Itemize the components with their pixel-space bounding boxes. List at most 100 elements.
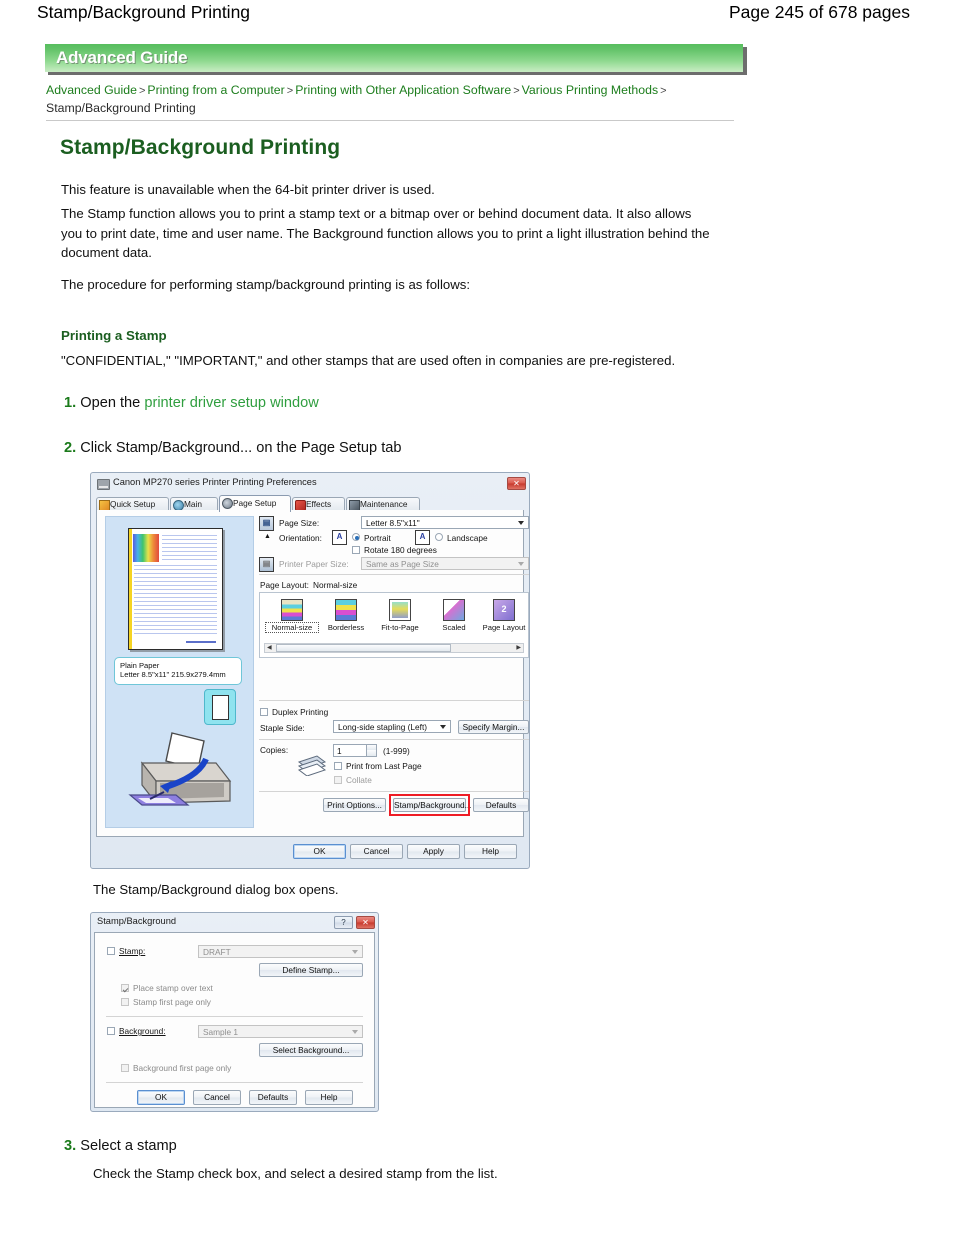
scroll-right-icon[interactable]: ▶ <box>516 645 521 651</box>
scrollbar-thumb[interactable] <box>276 644 451 652</box>
tab-effects[interactable]: Effects <box>292 497 345 511</box>
step-2-text: Click Stamp/Background... on the Page Se… <box>80 440 402 456</box>
figure-1-caption: The Stamp/Background dialog box opens. <box>93 882 339 897</box>
defaults-button[interactable]: Defaults <box>249 1090 297 1105</box>
scroll-left-icon[interactable]: ◀ <box>267 645 272 651</box>
portrait-radio[interactable] <box>352 533 360 541</box>
layout-option-scaled[interactable]: Scaled <box>428 599 480 632</box>
breadcrumb-separator: > <box>138 85 146 97</box>
print-options-button[interactable]: Print Options... <box>323 798 386 812</box>
cancel-button[interactable]: Cancel <box>193 1090 241 1105</box>
background-label: Background: <box>119 1026 166 1036</box>
cancel-button[interactable]: Cancel <box>350 844 403 859</box>
step-1: 1. Open the printer driver setup window <box>64 395 319 411</box>
tab-quick-setup[interactable]: Quick Setup <box>96 497 169 511</box>
page-title: Stamp/Background Printing <box>37 2 251 22</box>
tab-page-setup-label: Page Setup <box>233 498 277 508</box>
layout-option-borderless-label: Borderless <box>327 623 365 632</box>
layout-option-normal-size-label: Normal-size <box>265 622 319 633</box>
chevron-down-icon <box>352 950 358 954</box>
stamp-value: DRAFT <box>203 947 231 957</box>
stepper-down-icon[interactable] <box>366 750 376 756</box>
help-button[interactable]: Help <box>464 844 517 859</box>
apply-button[interactable]: Apply <box>407 844 460 859</box>
layout-option-scaled-label: Scaled <box>442 623 466 632</box>
chevron-down-icon <box>440 725 446 729</box>
tab-quick-setup-label: Quick Setup <box>110 499 156 509</box>
place-stamp-over-text-label: Place stamp over text <box>133 983 213 993</box>
page-size-value: Letter 8.5"x11" <box>366 518 420 528</box>
layout-option-fit-to-page[interactable]: Fit-to-Page <box>374 599 426 632</box>
fit-to-page-icon <box>389 599 411 621</box>
chevron-down-icon <box>352 1030 358 1034</box>
preview-page-thumbnail <box>128 528 223 650</box>
document-page: Stamp/Background Printing Page 245 of 67… <box>0 0 954 1235</box>
defaults-button[interactable]: Defaults <box>473 798 529 812</box>
media-type-line1: Plain Paper <box>120 661 160 670</box>
page-size-combo[interactable]: Letter 8.5"x11" <box>361 516 529 529</box>
select-background-button[interactable]: Select Background... <box>259 1043 363 1057</box>
help-icon[interactable]: ? <box>334 916 353 929</box>
define-stamp-button[interactable]: Define Stamp... <box>259 963 363 977</box>
article-intro-1: This feature is unavailable when the 64-… <box>61 182 435 197</box>
tab-main[interactable]: Main <box>170 497 218 511</box>
duplex-printing-checkbox[interactable] <box>260 708 268 716</box>
tab-maintenance[interactable]: Maintenance <box>346 497 420 511</box>
printer-driver-setup-window-link[interactable]: printer driver setup window <box>144 395 318 411</box>
specify-margin-button[interactable]: Specify Margin... <box>458 720 529 734</box>
ok-button[interactable]: OK <box>293 844 346 859</box>
stamp-combo[interactable]: DRAFT <box>198 945 363 958</box>
copies-label: Copies: <box>260 745 289 755</box>
ok-button[interactable]: OK <box>137 1090 185 1105</box>
place-stamp-over-text-checkbox[interactable] <box>121 984 129 992</box>
layout-gallery-scrollbar[interactable]: ◀ ▶ <box>264 643 524 653</box>
page-header: Stamp/Background Printing Page 245 of 67… <box>0 0 954 34</box>
layout-option-normal-size[interactable]: Normal-size <box>265 599 319 633</box>
background-first-page-only-label: Background first page only <box>133 1063 232 1073</box>
stamp-first-page-only-checkbox[interactable] <box>121 998 129 1006</box>
printing-preferences-dialog[interactable]: Canon MP270 series Printer Printing Pref… <box>90 472 530 869</box>
breadcrumb-item-2[interactable]: Printing with Other Application Software <box>295 83 511 97</box>
help-button[interactable]: Help <box>305 1090 353 1105</box>
banner-shadow-bottom <box>48 72 747 75</box>
copies-stepper[interactable]: 1 <box>333 744 377 757</box>
print-from-last-page-checkbox[interactable] <box>334 762 342 770</box>
stamp-background-dialog[interactable]: Stamp/Background ? ✕ Stamp: DRAFT Define… <box>90 912 379 1112</box>
layout-option-borderless[interactable]: Borderless <box>320 599 372 632</box>
tab-page-setup[interactable]: Page Setup <box>219 495 291 512</box>
collate-checkbox[interactable] <box>334 776 342 784</box>
background-first-page-only-checkbox[interactable] <box>121 1064 129 1072</box>
printer-paper-size-combo[interactable]: Same as Page Size <box>361 557 529 570</box>
background-checkbox[interactable] <box>107 1027 115 1035</box>
page-indicator: Page 245 of 678 pages <box>729 2 910 22</box>
rotate-180-label: Rotate 180 degrees <box>364 545 437 555</box>
stamp-background-highlight <box>389 794 470 816</box>
close-icon[interactable]: ✕ <box>507 477 526 490</box>
portrait-icon: A <box>332 530 347 545</box>
orientation-label: Orientation: <box>279 533 322 543</box>
rotate-180-checkbox[interactable] <box>352 546 360 554</box>
divider <box>259 791 529 792</box>
duplex-printing-label: Duplex Printing <box>272 707 329 717</box>
landscape-icon: A <box>415 530 430 545</box>
background-combo[interactable]: Sample 1 <box>198 1025 363 1038</box>
copies-value: 1 <box>337 746 342 756</box>
tab-maintenance-label: Maintenance <box>360 499 408 509</box>
paper-feed-icon <box>204 689 236 725</box>
layout-option-page-layout[interactable]: 2 Page Layout <box>478 599 530 632</box>
preview-page-edge <box>129 529 132 649</box>
breadcrumb-item-1[interactable]: Printing from a Computer <box>147 83 284 97</box>
breadcrumb-item-3[interactable]: Various Printing Methods <box>522 83 658 97</box>
landscape-radio[interactable] <box>435 533 443 541</box>
divider <box>259 700 529 701</box>
chevron-down-icon <box>518 521 524 525</box>
staple-side-combo[interactable]: Long-side stapling (Left) <box>333 720 451 733</box>
prefs-tabstrip: Quick Setup Main Page Setup Effects Main… <box>96 495 524 512</box>
stamp-checkbox[interactable] <box>107 947 115 955</box>
close-icon[interactable]: ✕ <box>356 916 375 929</box>
preview-text-lines-body <box>134 565 217 637</box>
step-1-number: 1. <box>64 395 77 411</box>
preview-color-block <box>133 534 159 562</box>
breadcrumb-item-0[interactable]: Advanced Guide <box>46 83 137 97</box>
page-layout-gallery[interactable]: Normal-size Borderless Fit-to-Page Scale… <box>259 592 529 658</box>
